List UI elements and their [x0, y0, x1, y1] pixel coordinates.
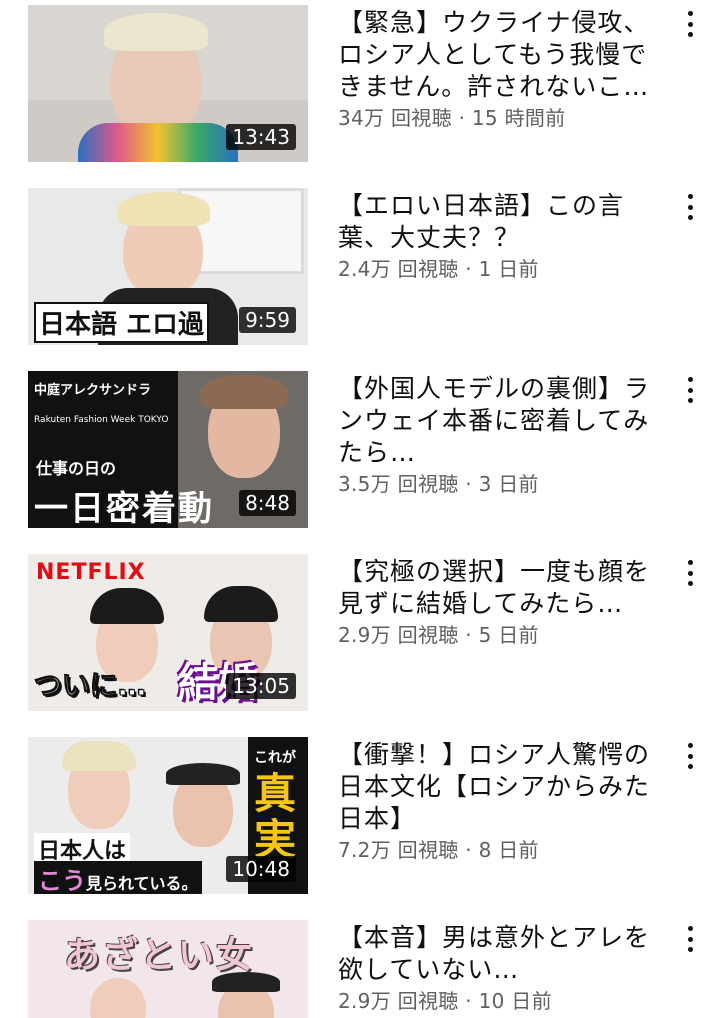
person-hair: [62, 741, 136, 771]
video-title-line[interactable]: きません。許されないこ…: [338, 71, 664, 103]
video-title-line[interactable]: ンウェイ本番に密着してみ: [338, 405, 664, 437]
thumbnail-text: 真実: [254, 769, 297, 864]
video-title-line[interactable]: 見ずに結婚してみたら…: [338, 588, 664, 620]
video-title-line[interactable]: 【究極の選択】一度も顔を: [338, 556, 664, 588]
duration-badge: 10:48: [226, 856, 296, 882]
upload-age: 5 日前: [478, 623, 539, 647]
more-vert-icon[interactable]: [680, 194, 700, 220]
video-thumbnail[interactable]: 中庭アレクサンドラ Rakuten Fashion Week TOKYO 仕事の…: [28, 371, 308, 528]
netflix-logo: NETFLIX: [36, 560, 146, 585]
upload-age: 8 日前: [478, 838, 539, 862]
video-title-line[interactable]: 【緊急】ウクライナ侵攻、: [338, 7, 664, 39]
video-thumbnail[interactable]: あざとい女: [28, 920, 308, 1018]
video-title-line[interactable]: ロシア人としてもう我慢で: [338, 39, 664, 71]
meta-separator: ·: [458, 838, 479, 862]
video-metadata: 34万 回視聴 · 15 時間前: [338, 103, 664, 133]
meta-separator: ·: [458, 472, 479, 496]
meta-separator: ·: [458, 989, 479, 1013]
video-title-line[interactable]: 【衝撃！】ロシア人驚愕の: [338, 739, 664, 771]
thumbnail-text-part: 見られている。: [86, 874, 198, 893]
thumbnail-text-part: こう: [38, 867, 86, 894]
cap: [212, 972, 280, 992]
duration-badge: 13:43: [226, 124, 296, 150]
video-title-line[interactable]: 欲していない…: [338, 954, 664, 986]
meta-separator: ·: [458, 257, 479, 281]
video-metadata: 2.4万 回視聴 · 1 日前: [338, 254, 664, 284]
person-hair: [104, 13, 208, 51]
more-vert-icon[interactable]: [680, 377, 700, 403]
more-vert-icon[interactable]: [680, 743, 700, 769]
video-title-line[interactable]: 葉、大丈夫？？: [338, 222, 664, 254]
video-title-line[interactable]: たら…: [338, 437, 664, 469]
upload-age: 15 時間前: [471, 106, 566, 130]
thumbnail-text: あざとい女: [64, 935, 255, 976]
meta-separator: ·: [451, 106, 472, 130]
video-thumbnail[interactable]: 日本語 エロ過 9:59: [28, 188, 308, 345]
knit-hat: [204, 586, 278, 622]
upload-age: 1 日前: [478, 257, 539, 281]
thumbnail-text: ついに…: [33, 669, 147, 703]
upload-age: 10 日前: [478, 989, 552, 1013]
video-thumbnail[interactable]: NETFLIX ついに… 結婚 13:05: [28, 554, 308, 711]
upload-age: 3 日前: [478, 472, 539, 496]
thumbnail-text: Rakuten Fashion Week TOKYO: [34, 415, 169, 425]
thumbnail-text: 一日密着動: [34, 489, 214, 528]
video-metadata: 7.2万 回視聴 · 8 日前: [338, 835, 664, 865]
thumbnail-text: これが: [254, 750, 296, 766]
more-vert-icon[interactable]: [680, 560, 700, 586]
video-title-line[interactable]: 【本音】男は意外とアレを: [338, 922, 664, 954]
video-thumbnail[interactable]: これが 真実 日本人は こう見られている。 10:48: [28, 737, 308, 894]
thumbnail-text: 日本語 エロ過: [34, 302, 210, 343]
video-title-line[interactable]: 日本】: [338, 803, 664, 835]
person-hair: [200, 375, 288, 409]
thumbnail-text: 中庭アレクサンドラ: [34, 383, 152, 398]
view-count: 2.4万 回視聴: [338, 257, 459, 281]
video-metadata: 2.9万 回視聴 · 5 日前: [338, 620, 664, 650]
more-vert-icon[interactable]: [680, 926, 700, 952]
colorful-shirt: [78, 123, 238, 162]
cap: [166, 763, 240, 785]
more-vert-icon[interactable]: [680, 11, 700, 37]
thumbnail-text: こう見られている。: [34, 861, 202, 894]
video-title-line[interactable]: 【エロい日本語】この言: [338, 190, 664, 222]
view-count: 34万 回視聴: [338, 106, 452, 130]
view-count: 3.5万 回視聴: [338, 472, 459, 496]
duration-badge: 13:05: [226, 673, 296, 699]
view-count: 2.9万 回視聴: [338, 623, 459, 647]
view-count: 7.2万 回視聴: [338, 838, 459, 862]
view-count: 2.9万 回視聴: [338, 989, 459, 1013]
duration-badge: 8:48: [239, 490, 296, 516]
video-metadata: 3.5万 回視聴 · 3 日前: [338, 469, 664, 499]
knit-hat: [90, 588, 164, 624]
person-face: [90, 978, 146, 1018]
meta-separator: ·: [458, 623, 479, 647]
thumbnail-text: 仕事の日の: [36, 459, 117, 478]
duration-badge: 9:59: [239, 307, 296, 333]
video-title-line[interactable]: 【外国人モデルの裏側】ラ: [338, 373, 664, 405]
video-title-line[interactable]: 日本文化【ロシアからみた: [338, 771, 664, 803]
video-thumbnail[interactable]: 13:43: [28, 5, 308, 162]
video-metadata: 2.9万 回視聴 · 10 日前: [338, 986, 664, 1016]
person-hair: [118, 192, 210, 226]
